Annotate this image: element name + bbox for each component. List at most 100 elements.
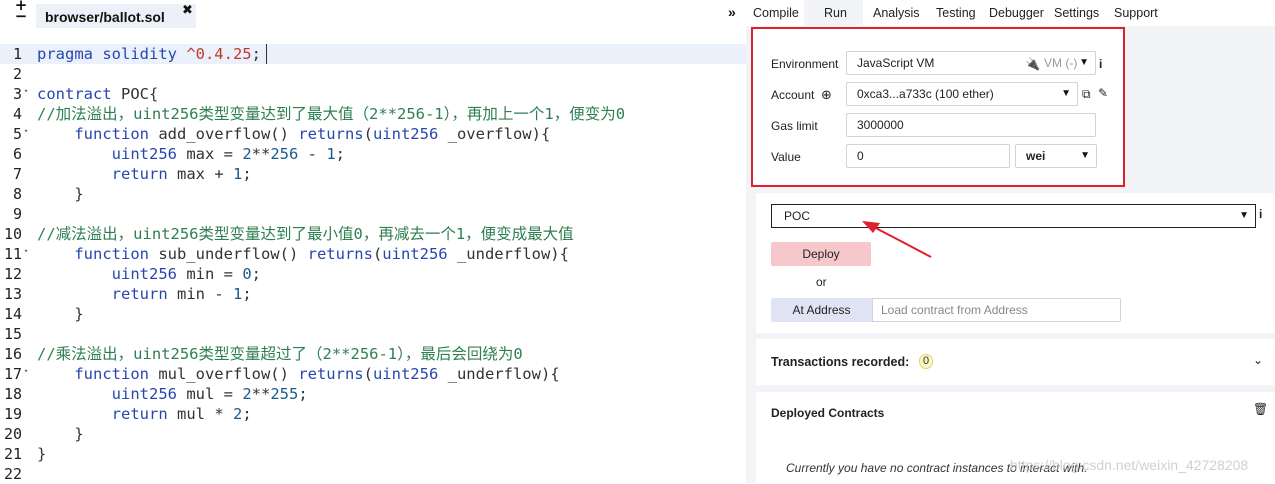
trash-icon[interactable]: 🗑 xyxy=(1253,402,1268,416)
value-input[interactable]: 0 xyxy=(846,144,1010,168)
code-token: 2 xyxy=(242,385,252,403)
tab-run[interactable]: Run xyxy=(804,0,863,26)
line-number: 17 xyxy=(3,365,22,383)
contract-select-value: POC xyxy=(784,209,811,223)
collapse-panel-icon[interactable]: » xyxy=(728,4,736,20)
line-number: 20 xyxy=(3,425,22,443)
code-line[interactable]: 16 //乘法溢出，uint256类型变量超过了（2**256-1），最后会回绕为… xyxy=(0,344,746,364)
code-text: contract POC{ xyxy=(37,84,158,104)
code-line[interactable]: 14 } xyxy=(0,304,746,324)
copy-icon[interactable]: ⧉ xyxy=(1082,87,1091,102)
code-line[interactable]: 9 xyxy=(0,204,746,224)
code-token: returns xyxy=(298,125,364,143)
transactions-count-badge: 0 xyxy=(919,354,933,369)
chevron-down-icon: ▼ xyxy=(1079,57,1089,68)
account-select[interactable]: 0xca3...a733c (100 ether) ▼ xyxy=(846,82,1078,106)
code-token: pragma solidity xyxy=(37,45,187,63)
deploy-button[interactable]: Deploy xyxy=(771,242,871,266)
fold-toggle-icon[interactable]: ▾ xyxy=(24,247,28,255)
code-token: ; xyxy=(242,405,252,423)
code-line[interactable]: 4 //加法溢出，uint256类型变量达到了最大值（2**256-1），再加上一… xyxy=(0,104,746,124)
code-line[interactable]: 3 ▾ contract POC{ xyxy=(0,84,746,104)
code-token: - xyxy=(298,145,327,163)
gas-limit-input[interactable]: 3000000 xyxy=(846,113,1096,137)
code-line[interactable]: 10 //减法溢出，uint256类型变量达到了最小值0，再减去一个1，便变成最大… xyxy=(0,224,746,244)
tab-compile[interactable]: Compile xyxy=(753,0,801,26)
tab-testing[interactable]: Testing xyxy=(936,0,976,26)
code-text: uint256 max = 2**256 - 1; xyxy=(37,144,345,164)
fold-toggle-icon[interactable]: ▾ xyxy=(24,87,28,95)
code-token: 2 xyxy=(242,145,252,163)
deployed-contracts-label: Deployed Contracts xyxy=(771,406,885,420)
code-line[interactable]: 22 xyxy=(0,464,746,484)
file-add-remove-icons: + − xyxy=(10,0,32,28)
code-editor[interactable]: + − browser/ballot.sol ✖ 1 pragma solidit… xyxy=(0,0,746,483)
info-icon[interactable]: i xyxy=(1099,57,1102,71)
code-line[interactable]: 1 pragma solidity ^0.4.25; xyxy=(0,44,746,64)
chevron-down-icon[interactable]: ⌄ xyxy=(1253,353,1263,367)
code-line[interactable]: 13 return min - 1; xyxy=(0,284,746,304)
code-token: ; xyxy=(251,265,261,283)
value-unit-select[interactable]: wei ▼ xyxy=(1015,144,1097,168)
code-line[interactable]: 2 xyxy=(0,64,746,84)
code-token: returns xyxy=(298,365,364,383)
code-token: _underflow){ xyxy=(447,245,569,263)
fold-toggle-icon[interactable]: ▾ xyxy=(24,127,28,135)
code-line[interactable]: 11 ▾ function sub_underflow() returns(uin… xyxy=(0,244,746,264)
at-address-input[interactable] xyxy=(872,298,1121,322)
chevron-down-icon: ▼ xyxy=(1080,150,1090,161)
code-token: 2 xyxy=(232,405,243,423)
code-token: add_overflow() xyxy=(148,125,299,143)
code-line[interactable]: 5 ▾ function add_overflow() returns(uint2… xyxy=(0,124,746,144)
line-number: 2 xyxy=(12,65,22,83)
at-address-button[interactable]: At Address xyxy=(771,298,872,322)
code-line[interactable]: 21} xyxy=(0,444,746,464)
account-label: Account xyxy=(771,88,815,102)
line-number: 9 xyxy=(12,205,22,223)
code-text: } xyxy=(37,444,46,464)
code-line[interactable]: 12 uint256 min = 0; xyxy=(0,264,746,284)
environment-select[interactable]: JavaScript VM 🔌 VM (-) ▼ xyxy=(846,51,1096,75)
code-token: ( xyxy=(372,245,383,263)
code-text: //乘法溢出，uint256类型变量超过了（2**256-1），最后会回绕为0 xyxy=(37,344,523,364)
code-line[interactable]: 15 xyxy=(0,324,746,344)
environment-label: Environment xyxy=(771,57,839,71)
remove-file-icon[interactable]: − xyxy=(10,9,32,24)
code-area[interactable]: 1 pragma solidity ^0.4.25; 2 3 ▾ contract POC… xyxy=(0,44,746,483)
value-amount: 0 xyxy=(857,149,864,163)
add-account-icon[interactable]: ⊕ xyxy=(821,87,832,103)
tab-settings[interactable]: Settings xyxy=(1054,0,1099,26)
info-icon[interactable]: i xyxy=(1259,207,1262,221)
text-cursor xyxy=(266,44,267,64)
code-line[interactable]: 6 uint256 max = 2**256 - 1; xyxy=(0,144,746,164)
contract-select[interactable]: POC ▼ xyxy=(771,204,1256,228)
code-line[interactable]: 19 return mul * 2; xyxy=(0,404,746,424)
tab-analysis[interactable]: Analysis xyxy=(873,0,920,26)
code-text: //减法溢出，uint256类型变量达到了最小值0，再减去一个1，便变成最大值 xyxy=(37,224,574,244)
transactions-section[interactable]: Transactions recorded: 0 ⌄ xyxy=(756,339,1275,385)
line-number: 10 xyxy=(3,225,22,243)
code-line[interactable]: 8 } xyxy=(0,184,746,204)
line-number: 5 xyxy=(12,125,22,143)
code-line[interactable]: 7 return max + 1; xyxy=(0,164,746,184)
file-tab[interactable]: browser/ballot.sol ✖ xyxy=(36,2,196,28)
code-line[interactable]: 17 ▾ function mul_overflow() returns(uint… xyxy=(0,364,746,384)
code-line[interactable]: 20 } xyxy=(0,424,746,444)
code-token: min - xyxy=(167,285,233,303)
code-token: contract xyxy=(37,85,112,103)
fold-toggle-icon[interactable]: ▾ xyxy=(24,367,28,375)
close-tab-icon[interactable]: ✖ xyxy=(182,2,193,18)
line-number: 11 xyxy=(3,245,22,263)
chevron-down-icon: ▼ xyxy=(1061,88,1071,99)
run-settings-highlight: Environment JavaScript VM 🔌 VM (-) ▼ i A… xyxy=(751,27,1125,187)
contract-section: POC ▼ i Deploy or At Address xyxy=(756,193,1275,333)
tab-support[interactable]: Support xyxy=(1114,0,1158,26)
edit-icon[interactable]: ✎ xyxy=(1098,86,1108,100)
tab-debugger[interactable]: Debugger xyxy=(989,0,1044,26)
code-token: ( xyxy=(363,365,373,383)
code-line[interactable]: 18 uint256 mul = 2**255; xyxy=(0,384,746,404)
code-token: 256 xyxy=(270,145,299,163)
code-token: 1 xyxy=(326,145,336,163)
